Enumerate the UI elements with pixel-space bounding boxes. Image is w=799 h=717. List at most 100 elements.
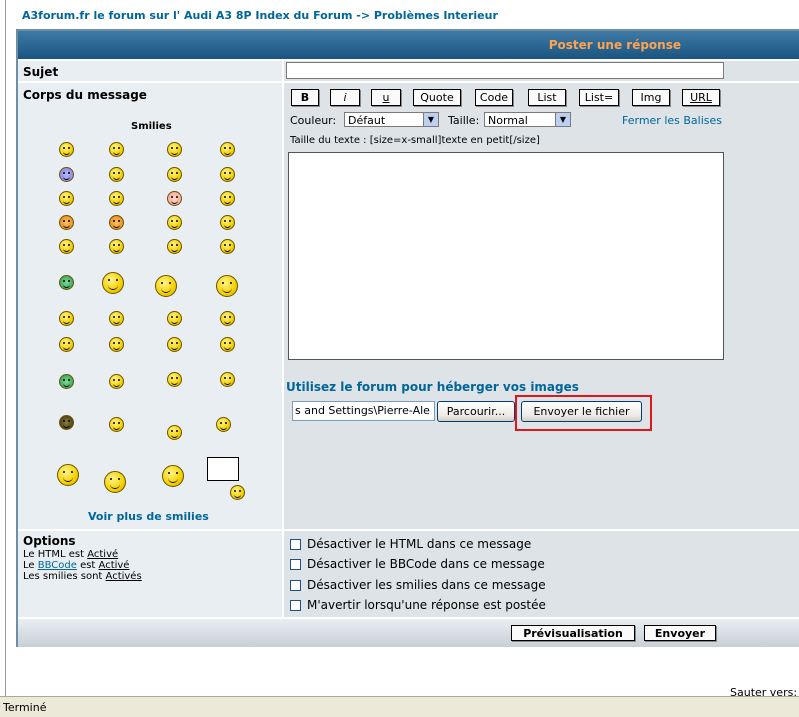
size-label: Taille: [448,114,480,127]
quote-button[interactable]: Quote [413,89,461,106]
close-tags-link[interactable]: Fermer les Balises [622,114,722,127]
twisted-smiley-icon[interactable] [109,215,124,230]
disable-smilies-checkbox[interactable] [290,580,301,591]
list-button[interactable]: List [528,89,566,106]
smiley-icon[interactable] [59,311,74,326]
window-edge [5,0,6,696]
body-label-cell [18,83,282,529]
underline-button[interactable]: u [371,89,401,106]
cool-smiley-icon[interactable] [167,167,182,182]
status-bar: Terminé [0,696,799,717]
smiley-icon[interactable] [220,142,235,157]
wink-smiley-icon[interactable] [220,215,235,230]
smiley-icon[interactable] [109,311,124,326]
disable-bbcode-checkbox[interactable] [290,559,301,570]
disable-html-checkbox[interactable] [290,539,301,550]
breadcrumb: A3forum.fr le forum sur l' Audi A3 8P In… [22,9,498,22]
sick-smiley-icon[interactable] [59,374,74,389]
clap-smiley-icon[interactable] [167,372,182,387]
breadcrumb-site-link[interactable]: A3forum.fr le forum sur l' Audi A3 8P In… [22,9,352,22]
double-smiley-icon[interactable] [102,272,124,294]
love-smiley-icon[interactable] [167,425,182,440]
sign-smiley-icon[interactable] [230,485,245,500]
talking-smiley-icon[interactable] [220,337,235,352]
smilies-status: Les smilies sont Activés [23,571,142,582]
subject-label: Sujet [23,65,59,79]
preview-button[interactable]: Prévisualisation [511,625,635,641]
chevron-down-icon: ▼ [555,113,570,126]
smiley-icon[interactable] [59,142,74,157]
bold-button[interactable]: B [291,89,319,106]
smiley-icon[interactable] [57,464,79,486]
smiley-icon[interactable] [109,167,124,182]
pointing-smiley-icon[interactable] [155,275,177,297]
rolleyes-smiley-icon[interactable] [167,215,182,230]
form-footer: Prévisualisation Envoyer [18,619,799,647]
embarrassed-smiley-icon[interactable] [167,191,182,206]
message-textarea[interactable] [288,152,724,360]
browse-button[interactable]: Parcourir... [437,401,515,422]
smiley-icon[interactable] [167,142,182,157]
ninja-smiley-icon[interactable] [59,415,74,430]
smiley-icon[interactable] [109,417,124,432]
post-form: Poster une réponse Sujet Corps du messag… [16,29,799,647]
file-path-input[interactable]: s and Settings\Pierre-Ale [292,401,435,421]
bbcode-status-value: Activé [98,560,130,571]
bbcode-status-mid: est [76,560,99,571]
body-label: Corps du message [23,88,147,102]
sleeping-smiley-icon[interactable] [109,374,124,389]
html-status-value: Activé [87,549,119,560]
size-select-value: Normal [488,114,528,127]
flag-smiley-icon[interactable] [104,471,126,493]
code-button[interactable]: Code [475,89,513,106]
color-select[interactable]: Défaut ▼ [344,112,439,127]
smiley-icon[interactable] [220,311,235,326]
size-select[interactable]: Normal ▼ [484,112,571,127]
ordered-list-button[interactable]: List= [579,89,619,106]
form-header: Poster une réponse [18,31,799,59]
breadcrumb-section-link[interactable]: Problèmes Interieur [374,9,498,22]
sunglasses-smiley-icon[interactable] [162,465,184,487]
bbcode-status: Le BBCode est Activé [23,560,129,571]
smiley-icon[interactable] [59,337,74,352]
smilies-status-value: Activés [105,571,142,582]
smiley-icon[interactable] [59,191,74,206]
smiley-icon[interactable] [109,142,124,157]
bbcode-status-prefix: Le [23,560,38,571]
smiley-icon[interactable] [109,191,124,206]
send-file-button[interactable]: Envoyer le fichier [521,401,642,422]
idea-icon[interactable] [167,239,182,254]
url-button[interactable]: URL [682,89,720,106]
evil-smiley-icon[interactable] [59,215,74,230]
subject-input[interactable] [286,62,724,79]
help-text: Taille du texte : [size=x-small]texte en… [290,135,540,146]
upload-label: Utilisez le forum pour héberger vos imag… [286,380,579,394]
hat-smiley-icon[interactable] [167,337,182,352]
smiley-icon[interactable] [220,372,235,387]
disable-bbcode-label: Désactiver le BBCode dans ce message [307,557,545,571]
green-smiley-icon[interactable] [59,275,74,290]
thumbs-smiley-icon[interactable] [167,311,182,326]
breadcrumb-separator: -> [352,9,374,22]
disable-smilies-label: Désactiver les smilies dans ce message [307,578,546,592]
italic-button[interactable]: i [330,89,360,106]
notify-reply-checkbox[interactable] [290,600,301,611]
smiley-icon[interactable] [220,167,235,182]
dizzy-smiley-icon[interactable] [109,337,124,352]
crying-smiley-icon[interactable] [220,191,235,206]
smilies-status-prefix: Les smilies sont [23,571,106,582]
sign-icon[interactable] [207,457,239,481]
arrow-smiley-icon[interactable] [220,239,235,254]
more-smilies-link[interactable]: Voir plus de smilies [88,510,209,523]
hug-smiley-icon[interactable] [216,275,238,297]
shocked-smiley-icon[interactable] [59,167,74,182]
image-button[interactable]: Img [632,89,670,106]
html-status: Le HTML est Activé [23,549,118,560]
exclamation-icon[interactable] [59,239,74,254]
question-icon[interactable] [109,239,124,254]
submit-button[interactable]: Envoyer [644,625,716,641]
chevron-down-icon: ▼ [423,113,438,126]
notify-reply-label: M'avertir lorsqu'une réponse est postée [307,598,546,612]
waving-smiley-icon[interactable] [216,417,231,432]
bbcode-link[interactable]: BBCode [38,560,77,571]
